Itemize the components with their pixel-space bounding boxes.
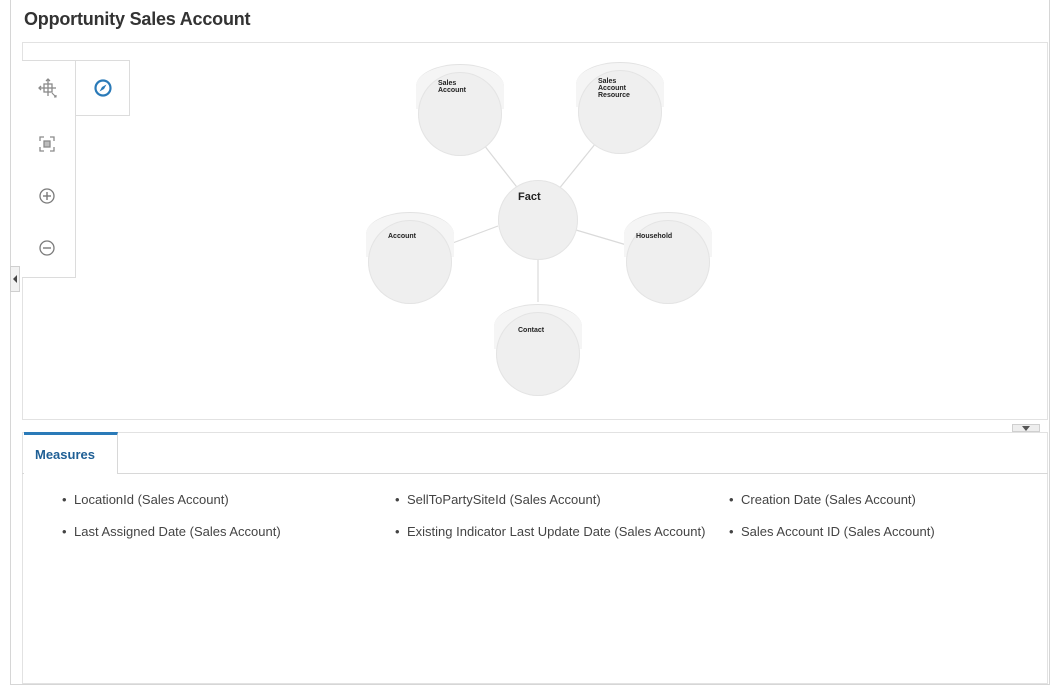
- measure-item: Sales Account ID (Sales Account): [729, 524, 1031, 539]
- node-label-sales-account: Sales Account: [438, 80, 466, 94]
- splitter-toggle[interactable]: [1012, 424, 1040, 432]
- pan-button[interactable]: [34, 74, 62, 102]
- measure-item: Creation Date (Sales Account): [729, 492, 1031, 507]
- compass-icon: [94, 79, 112, 97]
- node-label-account: Account: [388, 233, 416, 240]
- zoom-out-button[interactable]: [33, 234, 61, 262]
- zoom-fit-button[interactable]: [33, 130, 61, 158]
- tab-measures[interactable]: Measures: [24, 432, 118, 474]
- measure-item: LocationId (Sales Account): [62, 492, 374, 507]
- node-label-household: Household: [636, 233, 673, 240]
- tab-bar: [22, 432, 1048, 474]
- node-label-fact: Fact: [518, 191, 541, 203]
- collapse-panel-button[interactable]: [10, 266, 20, 292]
- node-label-contact: Contact: [518, 327, 545, 334]
- zoom-in-button[interactable]: [33, 182, 61, 210]
- measure-item: Existing Indicator Last Update Date (Sal…: [395, 524, 712, 539]
- zoom-out-icon: [39, 240, 55, 256]
- node-label-sales-account-resource: Sales Account Resource: [598, 78, 630, 99]
- chevron-down-icon: [1022, 425, 1030, 431]
- compass-button[interactable]: [89, 74, 117, 102]
- measure-item: SellToPartySiteId (Sales Account): [395, 492, 707, 507]
- pan-icon: [38, 78, 57, 98]
- zoom-fit-icon: [39, 136, 55, 152]
- zoom-in-icon: [39, 188, 55, 204]
- node-contact[interactable]: [496, 312, 580, 396]
- chevron-left-icon: [13, 275, 17, 283]
- page-title: Opportunity Sales Account: [24, 9, 251, 29]
- measure-item: Last Assigned Date (Sales Account): [62, 524, 374, 539]
